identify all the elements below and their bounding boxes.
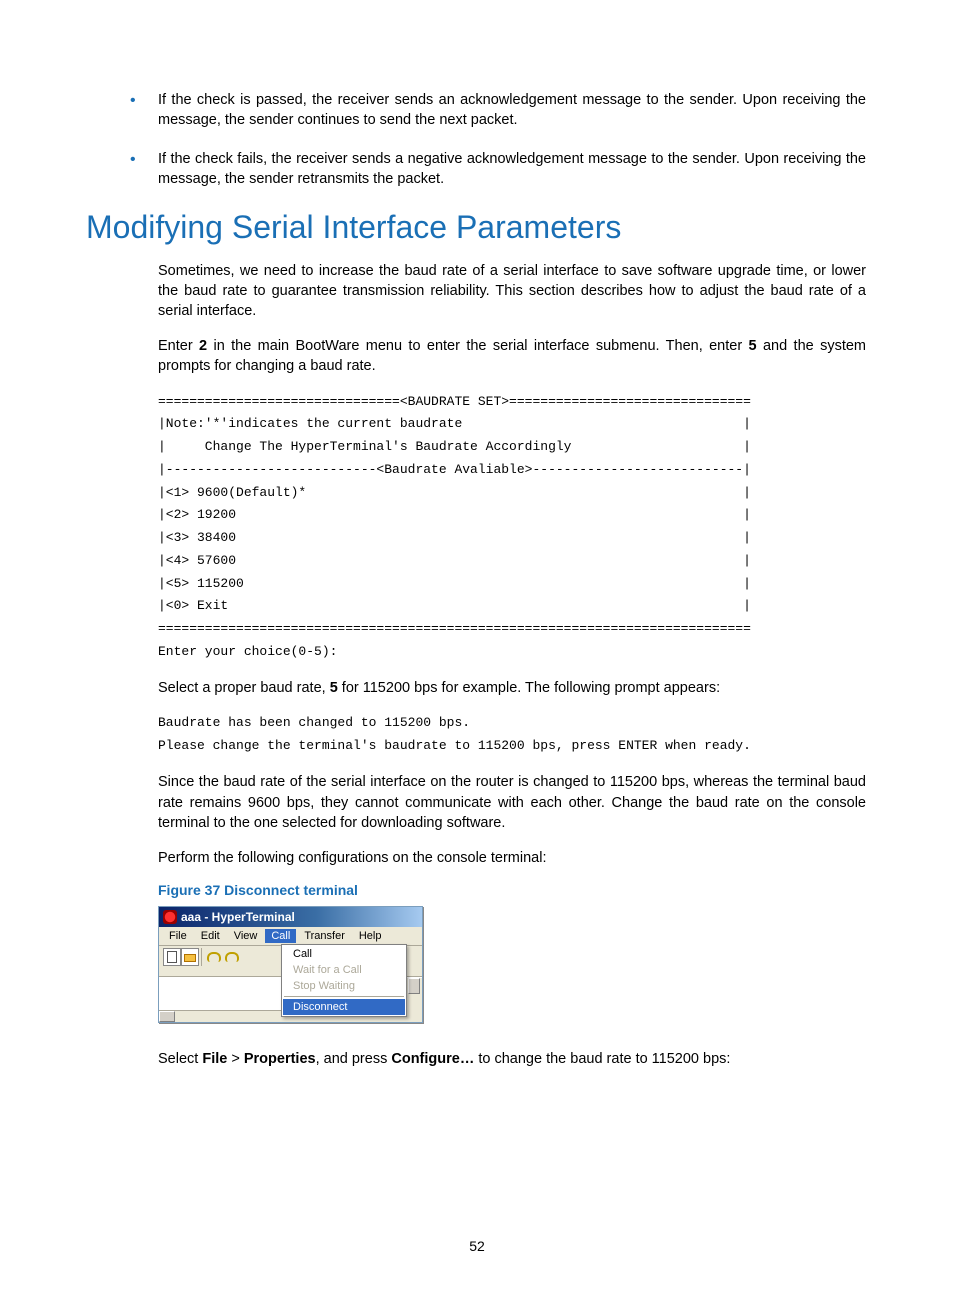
menu-file[interactable]: File [163,929,193,943]
figure-caption: Figure 37 Disconnect terminal [158,882,866,898]
intro-paragraph: Sometimes, we need to increase the baud … [158,261,866,322]
perform-paragraph: Perform the following configurations on … [158,848,866,868]
open-icon[interactable] [181,948,199,966]
document-page: If the check is passed, the receiver sen… [0,0,954,1296]
select-paragraph: Select a proper baud rate, 5 for 115200 … [158,678,866,698]
section-heading: Modifying Serial Interface Parameters [86,209,866,246]
terminal-output-baudrate-changed: Baudrate has been changed to 115200 bps.… [158,712,866,758]
dropdown-stop: Stop Waiting [283,978,405,994]
hyperterminal-titlebar: aaa - HyperTerminal [159,907,422,927]
dropdown-wait: Wait for a Call [283,962,405,978]
call-icon[interactable] [204,948,222,966]
dropdown-call[interactable]: Call [283,946,405,962]
text: > [227,1051,244,1067]
separator [284,996,404,997]
key-5: 5 [330,680,338,696]
hyperterminal-window: aaa - HyperTerminal File Edit View Call … [158,906,423,1023]
new-icon[interactable] [163,948,181,966]
hyperterminal-title: aaa - HyperTerminal [181,910,295,924]
terminal-output-baudrate-menu: ===============================<BAUDRATE… [158,391,866,664]
key-5: 5 [749,338,757,354]
bullet-list: If the check is passed, the receiver sen… [88,90,866,189]
key-2: 2 [199,338,207,354]
dropdown-disconnect[interactable]: Disconnect [283,999,405,1015]
vertical-scrollbar[interactable] [405,978,422,1022]
text: in the main BootWare menu to enter the s… [207,338,748,354]
separator [201,948,202,966]
text: Select a proper baud rate, [158,680,330,696]
hangup-icon[interactable] [222,948,240,966]
text: Enter [158,338,199,354]
menu-view[interactable]: View [228,929,264,943]
toolbar: Call Wait for a Call Stop Waiting Discon… [159,946,422,977]
menu-call[interactable]: Call [265,929,296,943]
page-number: 52 [0,1238,954,1254]
text: , and press [316,1051,392,1067]
menu-file-ref: File [202,1051,227,1067]
explanation-paragraph: Since the baud rate of the serial interf… [158,772,866,833]
text: to change the baud rate to 115200 bps: [474,1051,730,1067]
menu-transfer[interactable]: Transfer [298,929,351,943]
instruction-paragraph: Enter 2 in the main BootWare menu to ent… [158,336,866,377]
hyperterminal-icon [163,910,177,924]
scroll-thumb[interactable] [159,1011,175,1022]
bullet-item: If the check fails, the receiver sends a… [130,149,866,190]
scroll-thumb[interactable] [408,978,420,994]
configure-button-ref: Configure… [391,1051,474,1067]
menu-properties-ref: Properties [244,1051,316,1067]
call-dropdown: Call Wait for a Call Stop Waiting Discon… [281,944,407,1017]
text: for 115200 bps for example. The followin… [338,680,720,696]
menu-edit[interactable]: Edit [195,929,226,943]
text: Select [158,1051,202,1067]
closing-paragraph: Select File > Properties, and press Conf… [158,1049,866,1069]
bullet-item: If the check is passed, the receiver sen… [130,90,866,131]
menu-help[interactable]: Help [353,929,388,943]
